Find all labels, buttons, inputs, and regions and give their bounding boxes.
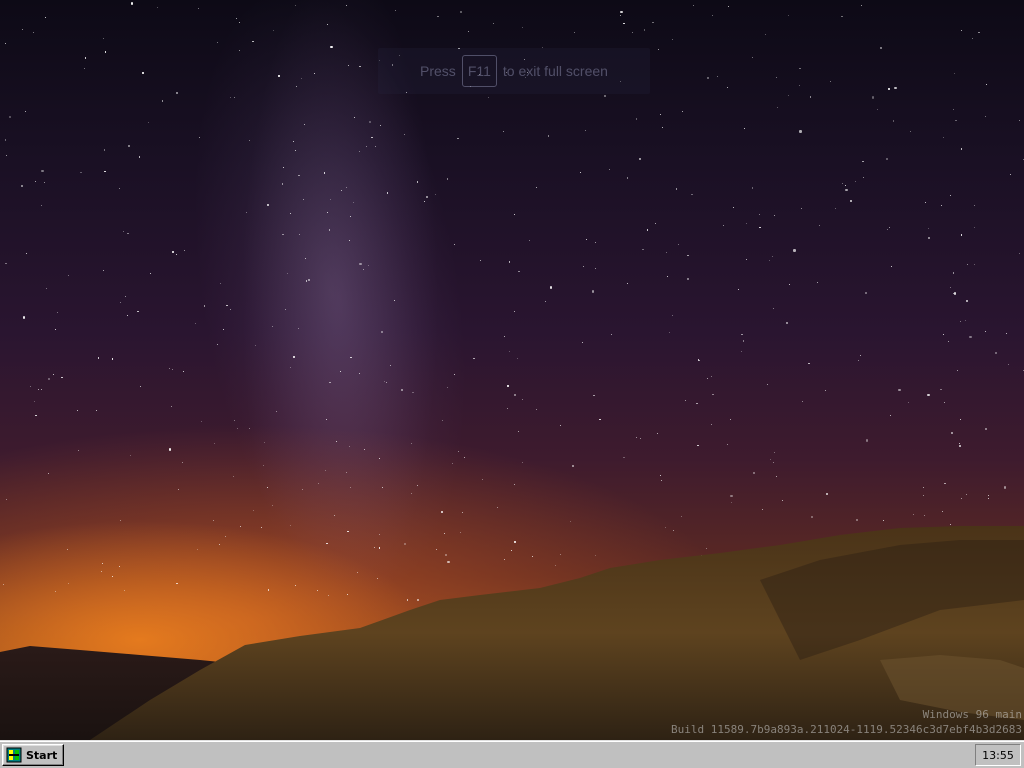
f11-key-cap: F11 — [461, 55, 497, 87]
fullscreen-hint: Press F11 to exit full screen — [378, 48, 650, 94]
clock-time: 13:55 — [982, 748, 1014, 762]
build-product-line: Windows 96 main — [922, 708, 1022, 721]
desktop[interactable]: Press F11 to exit full screen Windows 96… — [0, 0, 1024, 740]
start-button[interactable]: Start — [2, 744, 64, 766]
fullscreen-hint-prefix: Press — [420, 63, 456, 79]
taskbar: Start 13:55 — [0, 740, 1024, 768]
fullscreen-hint-suffix: to exit full screen — [502, 63, 608, 79]
build-number-line: Build 11589.7b9a893a.211024-1119.52346c3… — [671, 723, 1022, 736]
build-watermark: Windows 96 main Build 11589.7b9a893a.211… — [671, 707, 1022, 737]
windows-96-logo-icon — [6, 747, 22, 763]
hills-silhouette — [0, 526, 1024, 740]
system-tray-clock[interactable]: 13:55 — [975, 744, 1021, 766]
start-button-label: Start — [26, 748, 58, 762]
